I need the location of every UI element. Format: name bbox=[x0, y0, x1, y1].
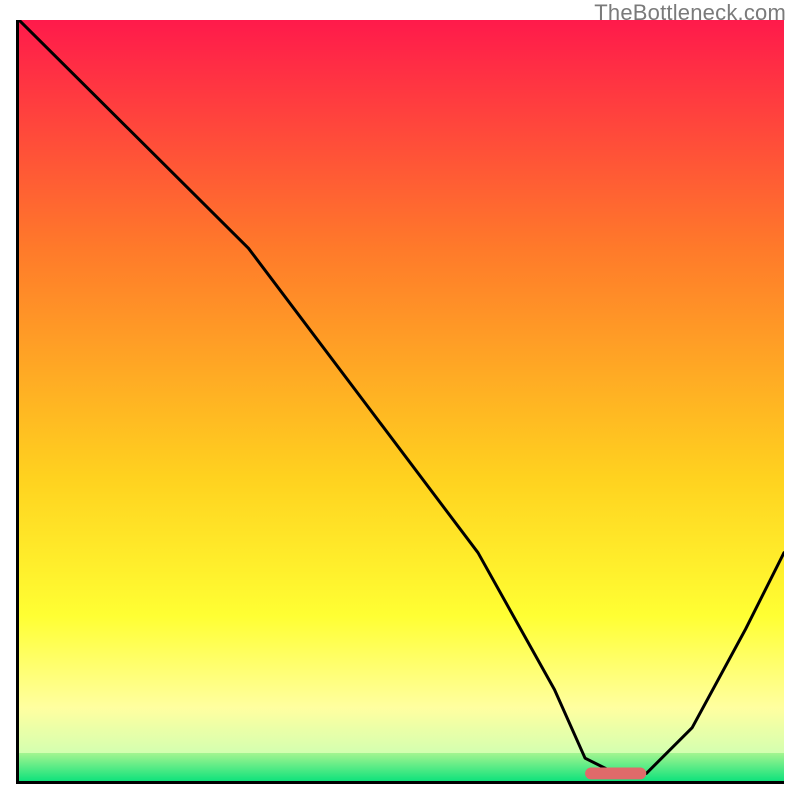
curve-layer bbox=[19, 20, 784, 781]
optimal-range-marker bbox=[585, 767, 646, 779]
bottleneck-curve-path bbox=[19, 20, 784, 773]
plot-area bbox=[16, 20, 784, 784]
bottleneck-chart: TheBottleneck.com bbox=[0, 0, 800, 800]
